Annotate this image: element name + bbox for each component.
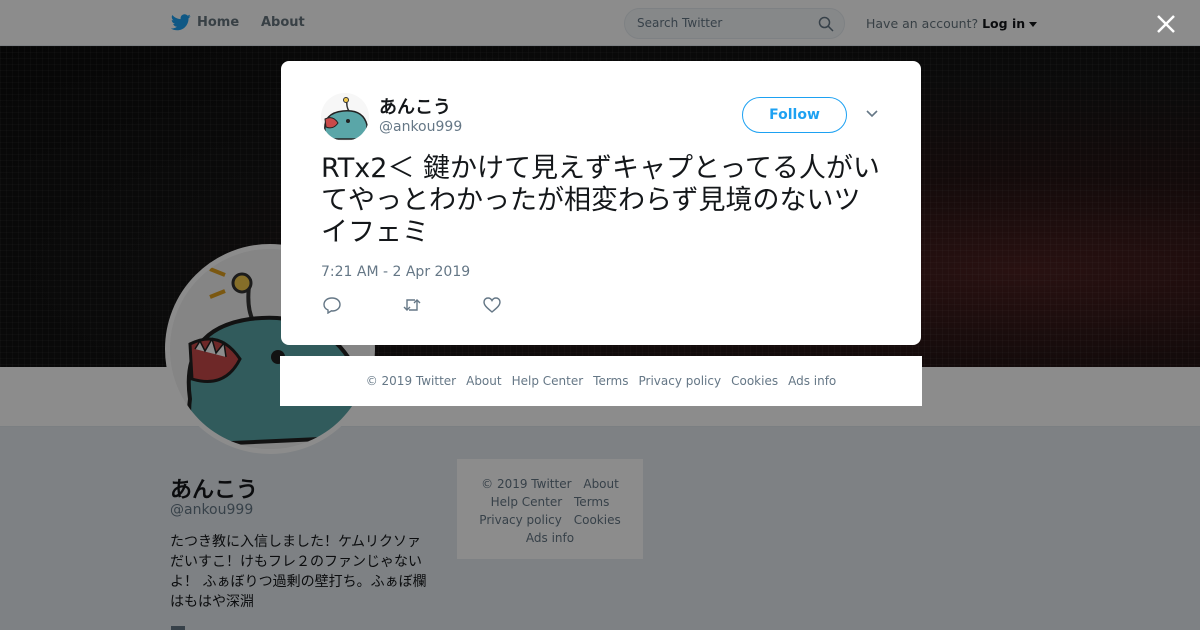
tweet-author-handle[interactable]: @ankou999 [379,119,462,135]
tweet-text: RTx2＜ 鍵かけて見えずキャプとってる人がいてやっとわかったが相変わらず見境の… [321,153,880,248]
retweet-icon[interactable] [402,296,422,314]
chevron-down-icon[interactable] [865,109,879,119]
reply-icon[interactable] [322,296,342,314]
like-icon[interactable] [482,296,502,314]
anglerfish-avatar-small [321,93,369,141]
modal-footer: © 2019 Twitter About Help Center Terms P… [280,356,922,406]
footer-copyright: © 2019 Twitter [365,374,457,388]
follow-button[interactable]: Follow [742,97,847,133]
footer-help-center[interactable]: Help Center [512,374,584,388]
footer-cookies[interactable]: Cookies [731,374,778,388]
footer-ads-info[interactable]: Ads info [788,374,836,388]
tweet-timestamp[interactable]: 7:21 AM - 2 Apr 2019 [321,264,470,280]
tweet-author-avatar[interactable] [321,93,369,141]
tweet-author-name[interactable]: あんこう [379,93,451,119]
tweet-modal: あんこう @ankou999 Follow RTx2＜ 鍵かけて見えずキャプとっ… [281,61,921,345]
close-icon[interactable] [1154,12,1178,36]
footer-privacy[interactable]: Privacy policy [639,374,722,388]
footer-terms[interactable]: Terms [593,374,628,388]
footer-about[interactable]: About [466,374,501,388]
